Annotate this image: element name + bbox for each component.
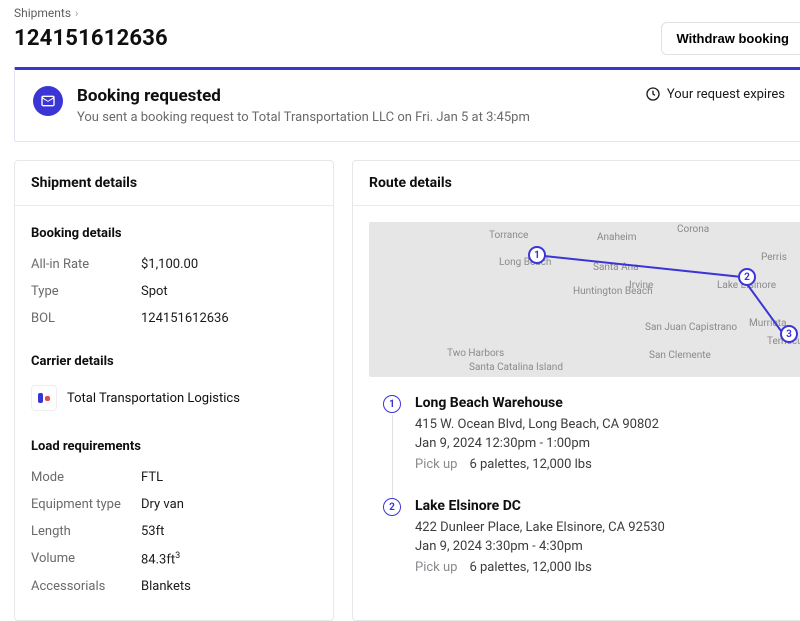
clock-icon — [645, 86, 661, 102]
carrier-logo-icon — [31, 385, 57, 411]
banner-expiry: Your request expires — [667, 87, 785, 102]
map-pin-3[interactable]: 3 — [780, 325, 798, 343]
stop-meta: 6 palettes, 12,000 lbs — [469, 560, 591, 575]
shipment-details-header: Shipment details — [15, 161, 333, 206]
route-stop: 1 Long Beach Warehouse 415 W. Ocean Blvd… — [383, 395, 789, 498]
shipment-details-card: Shipment details Booking details All-in … — [14, 160, 334, 621]
kv-accessorials: AccessorialsBlankets — [31, 573, 317, 600]
route-stop: 2 Lake Elsinore DC 422 Dunleer Place, La… — [383, 498, 789, 601]
stops-list: 1 Long Beach Warehouse 415 W. Ocean Blvd… — [369, 377, 800, 601]
kv-mode: ModeFTL — [31, 464, 317, 491]
stop-name: Long Beach Warehouse — [415, 395, 659, 411]
booking-details-title: Booking details — [31, 226, 317, 241]
stop-tag: Pick up — [415, 457, 457, 472]
route-details-card: Route details Torrance Anaheim Corona Lo… — [352, 160, 800, 621]
load-req-title: Load requirements — [31, 439, 317, 454]
stop-time: Jan 9, 2024 3:30pm - 4:30pm — [415, 539, 665, 554]
stop-address: 415 W. Ocean Blvd, Long Beach, CA 90802 — [415, 417, 659, 432]
route-map[interactable]: Torrance Anaheim Corona Long Beach Santa… — [369, 222, 800, 377]
stop-name: Lake Elsinore DC — [415, 498, 665, 514]
route-line — [369, 222, 800, 377]
stop-time: Jan 9, 2024 12:30pm - 1:00pm — [415, 436, 659, 451]
page-title: 124151612636 — [14, 26, 168, 51]
stop-meta: 6 palettes, 12,000 lbs — [469, 457, 591, 472]
stop-tag: Pick up — [415, 560, 457, 575]
breadcrumb[interactable]: Shipments › — [14, 0, 800, 20]
kv-bol: BOL124151612636 — [31, 305, 317, 332]
map-pin-2[interactable]: 2 — [738, 268, 756, 286]
kv-volume: Volume84.3ft3 — [31, 545, 317, 573]
status-banner: Booking requested You sent a booking req… — [14, 67, 800, 142]
stop-number-icon: 2 — [383, 498, 401, 516]
map-pin-1[interactable]: 1 — [528, 246, 546, 264]
kv-rate: All-in Rate$1,100.00 — [31, 251, 317, 278]
carrier-details-title: Carrier details — [31, 354, 317, 369]
kv-equip: Equipment typeDry van — [31, 491, 317, 518]
carrier-row: Total Transportation Logistics — [31, 379, 317, 417]
breadcrumb-parent[interactable]: Shipments — [14, 6, 71, 20]
route-details-header: Route details — [353, 161, 800, 206]
withdraw-booking-button[interactable]: Withdraw booking — [661, 22, 800, 55]
envelope-icon — [33, 86, 63, 116]
kv-type: TypeSpot — [31, 278, 317, 305]
banner-title: Booking requested — [77, 86, 530, 106]
banner-subtitle: You sent a booking request to Total Tran… — [77, 110, 530, 125]
carrier-name: Total Transportation Logistics — [67, 391, 240, 406]
stop-address: 422 Dunleer Place, Lake Elsinore, CA 925… — [415, 520, 665, 535]
chevron-right-icon: › — [75, 7, 78, 20]
kv-length: Length53ft — [31, 518, 317, 545]
stop-number-icon: 1 — [383, 395, 401, 413]
